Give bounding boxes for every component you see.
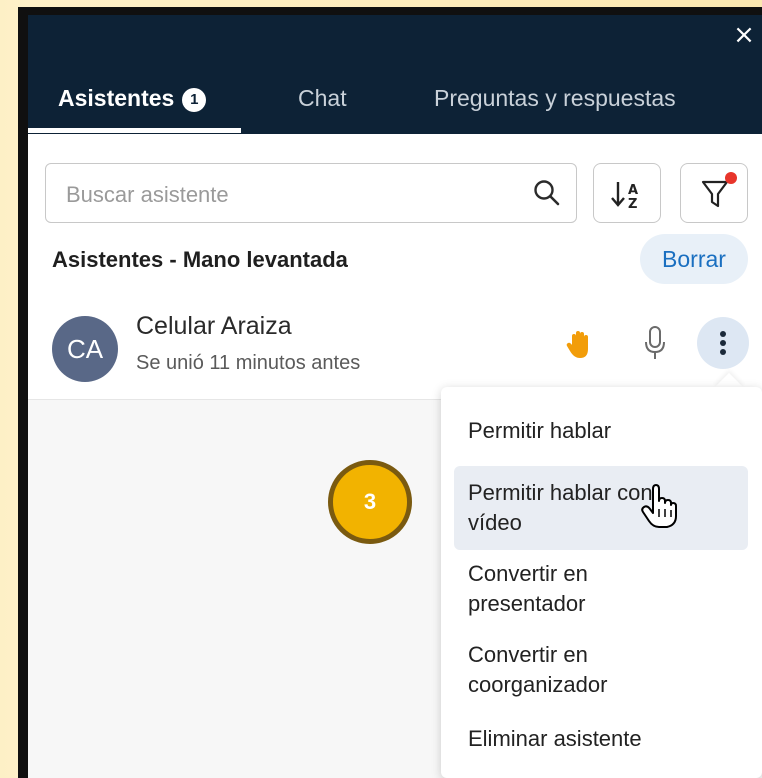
menu-item-label: Convertir en [468,561,588,586]
tab-questions-answers[interactable]: Preguntas y respuestas [434,85,676,113]
menu-item-label: Convertir en [468,642,588,667]
sort-az-icon: A Z [611,182,638,212]
close-icon[interactable]: × [726,15,762,59]
filter-button[interactable] [680,163,748,223]
tab-attendees[interactable]: Asistentes 1 [58,85,207,113]
attendee-join-time: Se unió 11 minutos antes [136,352,361,374]
more-vertical-icon [720,331,726,355]
menu-item-label-line2: coorganizador [468,672,608,697]
more-options-button[interactable] [697,317,749,369]
avatar: CA [52,316,118,382]
section-title: Asistentes - Mano levantada [52,247,348,272]
microphone-icon[interactable] [640,324,670,362]
search-placeholder: Buscar asistente [66,182,229,207]
menu-item-label-line2: vídeo [468,510,522,535]
attendee-context-menu: Permitir hablar Permitir hablar con víde… [441,387,762,778]
tab-chat-label: Chat [298,85,347,111]
svg-text:A: A [628,183,638,198]
search-icon[interactable] [532,178,562,208]
attendees-panel: × Asistentes 1 Chat Preguntas y respuesta… [28,15,762,778]
hand-pointer-cursor-icon [641,484,677,528]
menu-item-label: Eliminar asistente [468,726,642,751]
panel-header: × Asistentes 1 Chat Preguntas y respuesta… [28,15,762,134]
filter-active-dot [725,172,737,184]
search-input[interactable]: Buscar asistente [45,163,577,223]
attendee-row[interactable]: CA Celular Araiza Se unió 11 minutos ant… [28,290,762,400]
tab-chat[interactable]: Chat [298,85,347,113]
menu-item-make-presenter[interactable]: Convertir en presentador [454,557,748,627]
menu-item-label-line2: presentador [468,591,586,616]
active-tab-indicator [28,128,241,133]
menu-item-make-cohost[interactable]: Convertir en coorganizador [454,638,748,708]
attendee-name: Celular Araiza [136,312,292,340]
menu-item-label: Permitir hablar con [468,480,653,505]
menu-item-remove-attendee[interactable]: Eliminar asistente [454,720,748,760]
attendee-count-badge: 1 [182,88,207,112]
tab-attendees-label: Asistentes [58,85,175,111]
clear-button[interactable]: Borrar [640,234,748,284]
tab-questions-label: Preguntas y respuestas [434,85,676,111]
menu-item-allow-speak[interactable]: Permitir hablar [454,411,748,451]
svg-text:Z: Z [628,197,637,212]
raised-hand-icon [566,331,588,358]
menu-item-label: Permitir hablar [468,418,612,443]
menu-item-allow-speak-video[interactable]: Permitir hablar con vídeo [454,466,748,550]
sort-button[interactable]: A Z [593,163,661,223]
filter-icon [701,180,729,208]
step-number-badge: 3 [328,460,412,544]
